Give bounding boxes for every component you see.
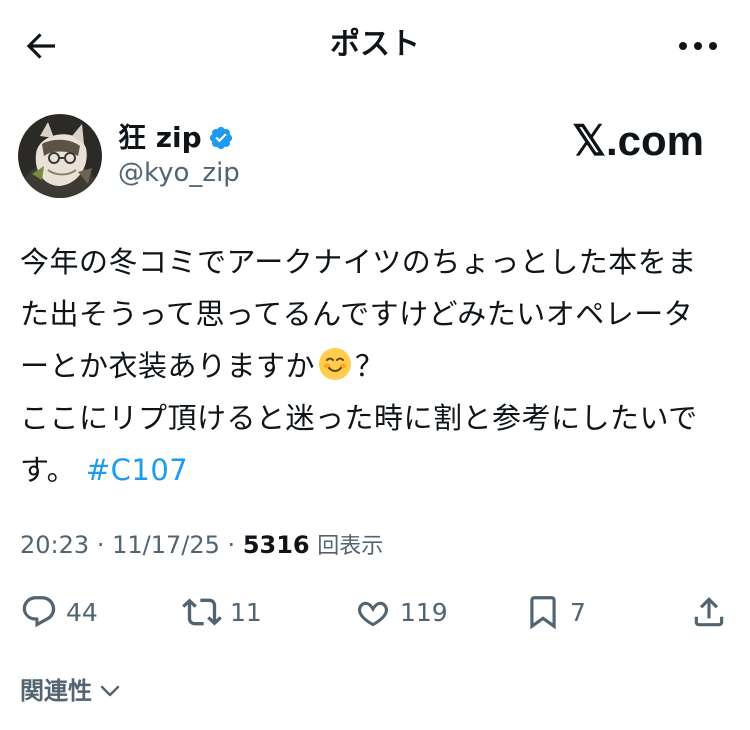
xcom-watermark: 𝕏.com [572,117,704,164]
post-line: ここにリプ頂けると迷った時に割と参考にしたいで [20,401,698,435]
repost-button[interactable]: 11 [182,585,262,639]
top-bar: ポスト [0,0,750,92]
related-sort-dropdown[interactable]: 関連性 [20,674,122,708]
post-text-segment: ーとか衣装ありますか [20,349,316,383]
post-text-segment: す。 [20,453,77,487]
views-count[interactable]: 5316 [243,531,310,559]
smiling-face-icon [319,348,352,380]
post-line: 今年の冬コミでアークナイツのちょっとした本をま [20,245,697,279]
repost-icon [182,598,222,626]
views-label: 回表示 [317,534,384,559]
chevron-down-icon [100,685,120,697]
reply-icon [22,596,56,628]
action-bar: 44 11 119 7 [0,585,750,639]
share-button[interactable] [690,585,728,639]
verified-badge-icon [209,126,232,150]
related-label: 関連性 [20,677,92,705]
avatar[interactable] [18,114,102,198]
reply-count: 44 [66,597,98,627]
post-meta: 20:23 · 11/17/25 · 5316 回表示 [20,528,383,564]
page-title: ポスト [330,27,420,62]
avatar-image [18,114,102,198]
repost-count: 11 [230,597,262,627]
bookmark-count: 7 [570,597,586,627]
author-handle[interactable]: @kyo_zip [118,156,240,190]
post-line: す。 #C107 [20,444,720,496]
share-icon [694,597,724,627]
more-button[interactable] [674,26,722,66]
like-button[interactable]: 119 [354,585,448,639]
heart-icon [357,601,389,627]
post-time[interactable]: 20:23 [20,531,89,559]
post-date[interactable]: 11/17/25 [112,531,220,559]
post-line: た出そうって思ってるんですけどみたいオペレータ [20,297,694,331]
bookmark-button[interactable]: 7 [524,585,586,639]
more-horizontal-icon [679,42,717,50]
meta-separator: · [96,531,105,559]
post-line: ーとか衣装ありますか ？ [20,340,720,392]
author-name[interactable]: 狂 zip [118,120,234,156]
author-display-name: 狂 zip [118,121,202,154]
post-body: 今年の冬コミでアークナイツのちょっとした本をま た出そうって思ってるんですけどみ… [20,236,720,496]
hashtag-link[interactable]: #C107 [86,453,188,487]
meta-separator: · [227,531,236,559]
reply-button[interactable]: 44 [20,585,98,639]
post-text-segment: ？ [355,349,385,383]
bookmark-icon [530,596,556,630]
like-count: 119 [400,597,448,627]
